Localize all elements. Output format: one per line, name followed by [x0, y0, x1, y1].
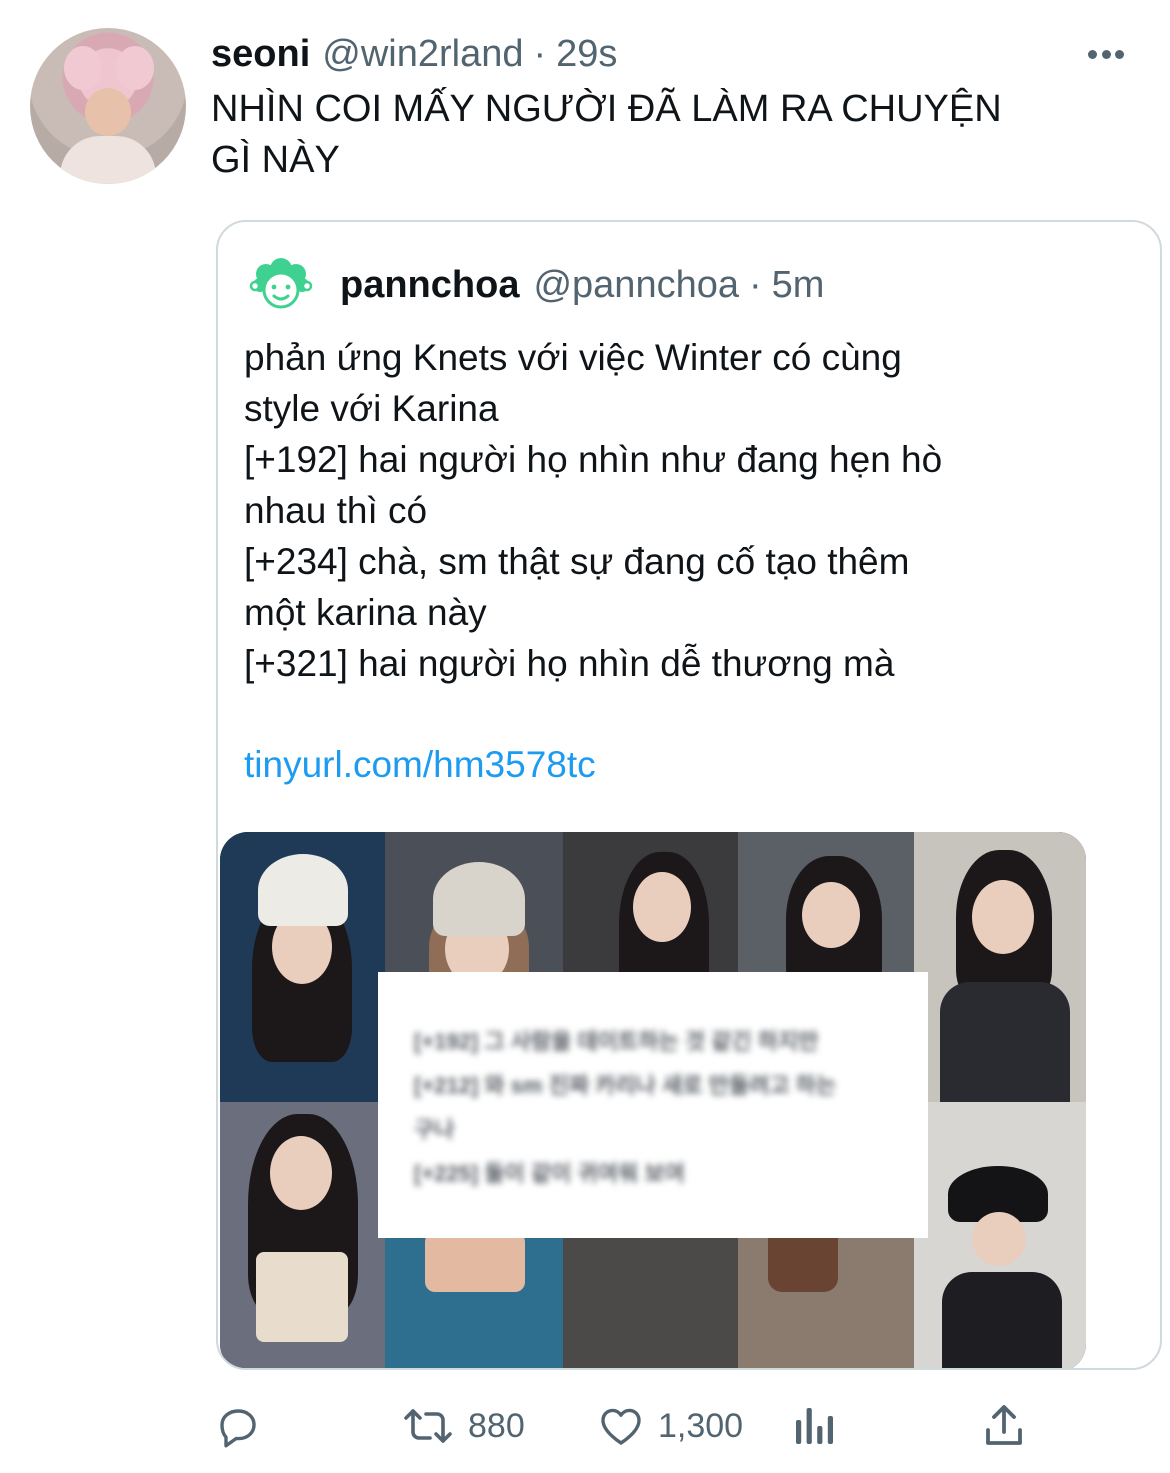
quoted-tweet-text: phản ứng Knets với việc Winter có cùng s…	[244, 332, 1134, 689]
more-dot	[1088, 49, 1097, 59]
quoted-tweet-header: pannchoa @pannchoa · 5m	[340, 262, 824, 308]
quoted-author-name[interactable]: pannchoa	[340, 264, 519, 307]
quoted-tweet[interactable]: pannchoa @pannchoa · 5m phản ứng Knets v…	[216, 220, 1162, 1370]
photo-tile	[220, 832, 385, 1102]
quoted-tweet-link[interactable]: tinyurl.com/hm3578tc	[244, 739, 596, 790]
blurred-comment-line: [+225] 둘이 같이 귀여워 보여	[414, 1161, 685, 1186]
photo-tile	[914, 832, 1086, 1102]
like-count: 1,300	[658, 1406, 744, 1445]
retweet-icon	[404, 1409, 452, 1443]
separator-dot: ·	[533, 32, 547, 75]
more-dot	[1101, 49, 1111, 59]
blurred-comment-line: 구나	[414, 1117, 455, 1142]
quoted-text-line: phản ứng Knets với việc Winter có cùng	[244, 337, 902, 378]
author-handle[interactable]: @win2rland	[322, 33, 523, 76]
avatar-body	[60, 136, 156, 184]
quoted-text-line: [+321] hai người họ nhìn dễ thương mà	[244, 643, 895, 684]
quoted-timestamp[interactable]: 5m	[772, 264, 825, 307]
more-options-icon[interactable]	[1084, 40, 1128, 68]
quoted-text-line: nhau thì có	[244, 490, 428, 531]
quoted-text-line: [+234] chà, sm thật sự đang cố tạo thêm	[244, 541, 910, 582]
like-button[interactable]: 1,300	[596, 1394, 743, 1458]
more-dot	[1115, 49, 1124, 59]
photo-tile	[220, 1102, 385, 1368]
retweet-count: 880	[468, 1406, 525, 1445]
tweet-actions-bar: 880 1,300	[0, 1394, 1170, 1458]
avatar-hat-ear-right	[116, 46, 154, 90]
tweet-text: NHÌN COI MẤY NGƯỜI ĐÃ LÀM RA CHUYỆN GÌ N…	[211, 88, 1002, 181]
quoted-text-line: một karina này	[244, 592, 487, 633]
pannchoa-avatar-icon[interactable]	[248, 258, 314, 314]
reply-icon	[220, 1409, 256, 1448]
separator-dot: ·	[748, 263, 762, 306]
author-name[interactable]: seoni	[211, 33, 310, 76]
quoted-text-line: [+192] hai người họ nhìn như đang hẹn hò	[244, 439, 943, 480]
quoted-tweet-image[interactable]: [+192] 그 사람을 데이트하는 것 같긴 하지만 [+212] 와 sm …	[220, 832, 1086, 1368]
analytics-button[interactable]	[792, 1394, 836, 1458]
blurred-comments-overlay: [+192] 그 사람을 데이트하는 것 같긴 하지만 [+212] 와 sm …	[378, 972, 928, 1238]
quoted-text-line: style với Karina	[244, 388, 499, 429]
tweet[interactable]: seoni @win2rland · 29s NHÌN COI MẤY NGƯỜ…	[0, 0, 1170, 1473]
photo-tile	[914, 1102, 1086, 1368]
blurred-comment-line: [+212] 와 sm 진짜 카리나 새로 만들려고 하는	[414, 1073, 837, 1098]
blurred-comment-line: [+192] 그 사람을 데이트하는 것 같긴 하지만	[414, 1029, 819, 1054]
retweet-button[interactable]: 880	[400, 1394, 525, 1458]
share-button[interactable]	[982, 1394, 1026, 1458]
analytics-icon	[796, 1408, 833, 1444]
share-icon	[986, 1405, 1022, 1445]
reply-button[interactable]	[214, 1394, 262, 1458]
tweet-timestamp[interactable]: 29s	[556, 33, 617, 76]
author-avatar[interactable]	[30, 28, 186, 184]
heart-icon	[601, 1408, 641, 1445]
avatar-hat-ear-left	[64, 46, 102, 90]
avatar-face	[85, 88, 131, 136]
tweet-header: seoni @win2rland · 29s	[211, 32, 617, 76]
quoted-author-handle[interactable]: @pannchoa	[533, 264, 739, 307]
